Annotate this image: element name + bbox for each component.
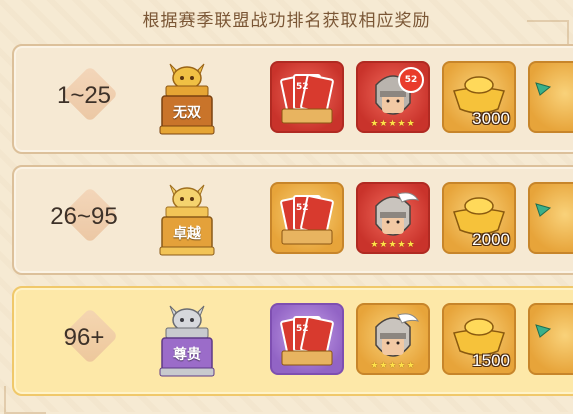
reward-quantity: 2000 xyxy=(472,230,510,249)
rank-range: 26~95 xyxy=(50,203,118,230)
card-pack-icon: 52 xyxy=(280,195,334,245)
reward-item[interactable]: 52 xyxy=(270,61,344,133)
reward-item[interactable]: 2000 xyxy=(442,182,516,254)
page-title: 根据赛季联盟战功排名获取相应奖励 xyxy=(142,11,431,31)
star-rating: ★★★★★ xyxy=(370,119,416,129)
rank-range: 96+ xyxy=(63,324,105,351)
reward-item[interactable]: 52 xyxy=(270,303,344,375)
reward-row-current: 96+ 尊贵 52 ★★★★★ 1500 xyxy=(12,286,573,396)
svg-text:52: 52 xyxy=(296,82,309,92)
reward-item[interactable]: 1500 xyxy=(442,303,516,375)
reward-item[interactable]: 52 ★★★★★ xyxy=(356,61,430,133)
reward-item[interactable]: 52 xyxy=(270,182,344,254)
reward-item-partial[interactable] xyxy=(528,182,573,254)
chest-label: 尊贵 xyxy=(173,347,201,363)
level-badge: 52 xyxy=(398,67,424,93)
reward-row: 26~95 卓越 52 ★★★★★ 2000 xyxy=(12,165,573,275)
partial-item-icon xyxy=(535,324,552,338)
reward-quantity: 3000 xyxy=(472,109,510,128)
reward-item[interactable]: ★★★★★ xyxy=(356,303,430,375)
star-rating: ★★★★★ xyxy=(370,361,416,371)
chest-icon[interactable]: 尊贵 xyxy=(154,302,220,382)
chest-icon[interactable]: 无双 xyxy=(154,60,220,140)
reward-item-partial[interactable] xyxy=(528,303,573,375)
chest-icon[interactable]: 卓越 xyxy=(154,181,220,261)
card-pack-icon: 52 xyxy=(280,316,334,366)
reward-item-partial[interactable] xyxy=(528,61,573,133)
partial-item-icon xyxy=(535,82,552,96)
svg-text:52: 52 xyxy=(296,324,309,334)
card-pack-icon: 52 xyxy=(280,74,334,124)
partial-item-icon xyxy=(535,203,552,217)
rank-range: 1~25 xyxy=(56,82,112,109)
reward-item[interactable]: ★★★★★ xyxy=(356,182,430,254)
reward-quantity: 1500 xyxy=(472,351,510,370)
chest-label: 卓越 xyxy=(173,226,201,242)
reward-item[interactable]: 3000 xyxy=(442,61,516,133)
reward-row: 1~25 无双 52 52 ★★★★★ 3000 xyxy=(12,44,573,154)
svg-text:52: 52 xyxy=(296,203,309,213)
chest-label: 无双 xyxy=(173,105,201,121)
star-rating: ★★★★★ xyxy=(370,240,416,250)
